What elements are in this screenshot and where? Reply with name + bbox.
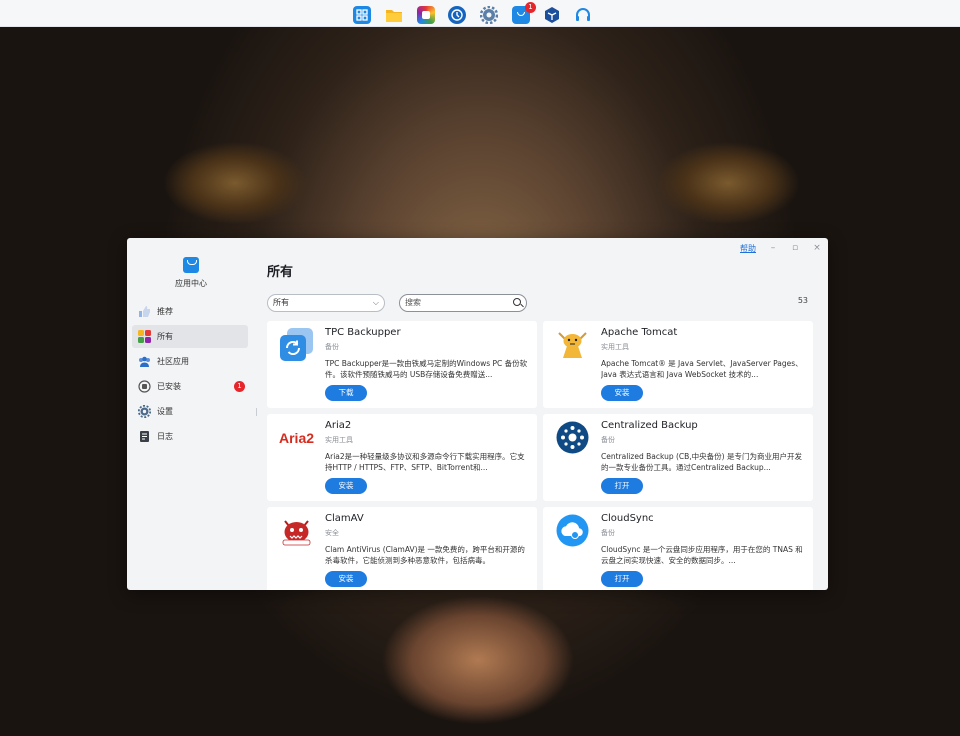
shield-box-icon[interactable] [543,6,561,24]
category-filter-select[interactable]: 所有 ⌵ [267,294,385,312]
filter-value: 所有 [273,298,289,307]
folder-icon[interactable] [385,6,403,24]
app-name: Aria2 [325,420,352,431]
app-center-logo-icon [183,257,199,273]
search-icon[interactable] [513,298,521,306]
app-card-apache-tomcat[interactable]: Apache Tomcat 实用工具 Apache Tomcat® 是 Java… [543,321,813,408]
app-category: 实用工具 [601,343,629,351]
download-button[interactable]: 下载 [325,385,367,401]
thumb-up-icon [138,305,151,318]
app-title: 应用中心 [175,279,207,288]
app-description: Aria2是一种轻量级多协议和多源命令行下载实用程序。它支持HTTP / HTT… [325,452,525,472]
app-description: Clam AntiVirus (ClamAV)是 一款免费的，跨平台和开源的杀毒… [325,545,525,565]
notification-badge: 1 [525,2,536,13]
centralized-backup-icon [555,420,590,455]
install-button[interactable]: 安装 [601,385,643,401]
sidebar-item-label: 日志 [157,432,173,441]
app-category: 安全 [325,529,339,537]
search-placeholder: 搜索 [405,298,421,307]
sidebar-item-community[interactable]: 社区应用 [132,350,248,373]
settings-gear-icon[interactable] [480,6,498,24]
app-description: CloudSync 是一个云盘同步应用程序，用于在您的 TNAS 和云盘之间实现… [601,545,803,565]
taskbar: 1 [0,0,960,27]
open-button[interactable]: 打开 [601,571,643,587]
tomcat-icon [555,327,590,362]
sidebar-item-label: 设置 [157,407,173,416]
photo-app-icon[interactable] [417,6,435,24]
app-category: 实用工具 [325,436,353,444]
app-card-aria2[interactable]: Aria2 Aria2 实用工具 Aria2是一种轻量级多协议和多源命令行下载实… [267,414,537,501]
app-name: TPC Backupper [325,327,401,338]
installed-icon [138,380,151,393]
app-name: Apache Tomcat [601,327,678,338]
sidebar-item-recommended[interactable]: 推荐 [132,300,248,323]
app-count: 53 [797,296,808,305]
sidebar-item-label: 社区应用 [157,357,189,366]
app-card-centralized-backup[interactable]: Centralized Backup 备份 Centralized Backup… [543,414,813,501]
app-description: TPC Backupper是一款由铁威马定制的Windows PC 备份软件。该… [325,359,528,379]
community-icon [138,355,151,368]
sidebar-resize-handle[interactable] [256,408,257,416]
clamav-icon [279,513,314,548]
sidebar-item-label: 推荐 [157,307,173,316]
page-title: 所有 [267,265,294,280]
clock-icon[interactable] [448,6,466,24]
app-grid-icon[interactable] [353,6,371,24]
app-card-tpc-backupper[interactable]: TPC Backupper 备份 TPC Backupper是一款由铁威马定制的… [267,321,537,408]
app-card-cloudsync[interactable]: CloudSync 备份 CloudSync 是一个云盘同步应用程序，用于在您的… [543,507,813,590]
log-icon [138,430,151,443]
open-button[interactable]: 打开 [601,478,643,494]
sidebar-item-label: 已安装 [157,382,181,391]
sidebar-item-installed[interactable]: 已安装 1 [132,375,248,398]
app-category: 备份 [601,529,615,537]
aria2-logo-icon: Aria2 [279,429,315,446]
chevron-down-icon: ⌵ [372,298,379,307]
apps-grid-icon [138,330,151,343]
app-name: Centralized Backup [601,420,698,431]
tpc-backupper-icon [279,327,314,362]
sidebar-item-all[interactable]: 所有 [132,325,248,348]
headset-icon[interactable] [574,6,592,24]
app-description: Centralized Backup (CB,中央备份) 是专门为商业用户开发的… [601,452,802,472]
app-name: ClamAV [325,513,364,524]
sidebar-item-log[interactable]: 日志 [132,425,248,448]
app-description: Apache Tomcat® 是 Java Servlet、JavaServer… [601,359,803,379]
sidebar: 应用中心 推荐 所有 社区应用 已安装 1 设置 日志 [127,238,255,590]
main-content: 所有 所有 ⌵ 搜索 53 TPC Backupper 备份 TPC Backu… [267,238,828,590]
gear-icon [137,404,152,419]
app-name: CloudSync [601,513,654,524]
search-input[interactable]: 搜索 [399,294,527,312]
install-button[interactable]: 安装 [325,571,367,587]
install-button[interactable]: 安装 [325,478,367,494]
installed-badge: 1 [234,381,245,392]
app-center-window: 帮助 – ▫ × 应用中心 推荐 所有 社区应用 已安装 1 设置 日志 所有 … [127,238,828,590]
sidebar-item-settings[interactable]: 设置 [132,400,248,423]
app-category: 备份 [325,343,339,351]
app-center-icon[interactable]: 1 [512,2,536,24]
sidebar-item-label: 所有 [157,332,173,341]
app-category: 备份 [601,436,615,444]
cloudsync-icon [555,513,590,548]
app-card-clamav[interactable]: ClamAV 安全 Clam AntiVirus (ClamAV)是 一款免费的… [267,507,537,590]
